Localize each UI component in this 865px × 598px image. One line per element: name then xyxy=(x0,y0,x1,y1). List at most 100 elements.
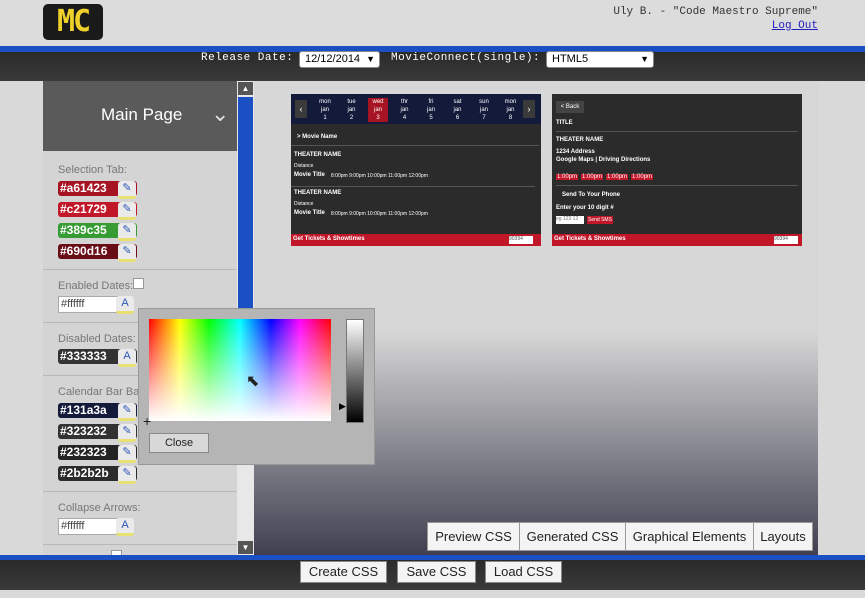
calendar-day[interactable]: fri jan 5 xyxy=(421,98,441,122)
showtime-button[interactable]: 1:00pm xyxy=(556,174,579,180)
main-page-header[interactable]: Main Page ⌄ xyxy=(43,81,237,151)
distance: Distance xyxy=(294,201,314,207)
disabled-dates-label: Disabled Dates: xyxy=(58,333,136,345)
crosshair-icon: + xyxy=(143,413,152,429)
calendar-day[interactable]: sat jan 6 xyxy=(448,98,468,122)
collapse-arrows-input[interactable]: #ffffff xyxy=(58,518,122,535)
movieconnect-label: MovieConnect(single): xyxy=(391,52,541,64)
showtime-list: 1:00pm 1:00pm 1:00pm 1:00pm xyxy=(556,174,654,180)
showtime-button[interactable]: 1:00pm xyxy=(631,174,654,180)
showtime-button[interactable]: 1:00pm xyxy=(581,174,604,180)
paint-bucket-icon[interactable]: ✎ xyxy=(118,202,136,220)
chevron-down-icon[interactable]: ⌄ xyxy=(211,101,229,127)
movie-title: Movie Title xyxy=(294,172,325,178)
slider-pointer-icon[interactable]: ▶ xyxy=(339,401,346,412)
movieconnect-value: HTML5 xyxy=(552,53,589,65)
right-gutter xyxy=(818,81,865,555)
logout-link[interactable]: Log Out xyxy=(613,20,818,32)
release-date-label: Release Date: xyxy=(201,52,294,64)
paint-bucket-icon[interactable]: ✎ xyxy=(118,445,136,463)
send-sms-button[interactable]: Send SMS xyxy=(587,216,613,224)
calendar-day[interactable]: tue jan 2 xyxy=(342,98,362,122)
text-color-icon[interactable]: A xyxy=(118,349,136,367)
enabled-dates-input[interactable]: #ffffff xyxy=(58,296,122,313)
divider xyxy=(43,269,237,270)
enter-number-label: Enter your 10 digit # xyxy=(556,205,614,211)
calendar-day[interactable]: thr jan 4 xyxy=(395,98,415,122)
paint-bucket-icon[interactable]: ✎ xyxy=(118,424,136,442)
showtime-button[interactable]: 1:00pm xyxy=(606,174,629,180)
user-info: Uly B. - "Code Maestro Supreme" Log Out xyxy=(613,6,818,32)
enabled-dates-checkbox[interactable] xyxy=(133,278,144,289)
tab-preview-css[interactable]: Preview CSS xyxy=(427,522,520,551)
divider xyxy=(556,131,798,132)
enabled-dates-label: Enabled Dates: xyxy=(58,280,134,292)
maps-links[interactable]: Google Maps | Driving Directions xyxy=(556,157,650,163)
calendar-day[interactable]: mon jan 8 xyxy=(501,98,521,122)
movie-title: Movie Title xyxy=(294,210,325,216)
paint-bucket-icon[interactable]: ✎ xyxy=(118,181,136,199)
theater-row: THEATER NAME Distance Movie Title 8:00pm… xyxy=(291,150,535,187)
theater-name: THEATER NAME xyxy=(556,137,604,143)
text-color-icon[interactable]: A xyxy=(116,296,134,314)
calendar-bar-label: Calendar Bar Ba xyxy=(58,386,140,398)
divider xyxy=(556,185,798,186)
divider xyxy=(43,544,237,545)
chevron-right-icon[interactable]: › xyxy=(523,100,535,118)
top-bar: MC Uly B. - "Code Maestro Supreme" Log O… xyxy=(0,0,865,46)
movie-name: > Movie Name xyxy=(297,134,338,140)
chevron-left-icon[interactable]: ‹ xyxy=(295,100,307,118)
cursor-icon: ⬉ xyxy=(246,373,260,390)
showtimes: 8:00pm 9:00pm 10:00pm 11:00pm 12:00pm xyxy=(331,173,428,179)
distance: Distance xyxy=(294,163,314,169)
text-color-icon[interactable]: A xyxy=(116,518,134,536)
calendar-day[interactable]: mon jan 1 xyxy=(315,98,335,122)
address: 1234 Address xyxy=(556,149,595,155)
back-button[interactable]: < Back xyxy=(556,101,584,113)
collapse-arrows-label: Collapse Arrows: xyxy=(58,502,141,514)
scroll-thumb[interactable] xyxy=(238,97,253,317)
theater-row: THEATER NAME Distance Movie Title 8:00pm… xyxy=(291,188,535,224)
logo: MC xyxy=(43,4,103,40)
zip-input[interactable]: 90394 xyxy=(509,236,533,244)
brightness-slider[interactable] xyxy=(346,319,364,423)
preview-detail: < Back TITLE THEATER NAME 1234 Address G… xyxy=(552,94,802,246)
create-css-button[interactable]: Create CSS xyxy=(300,561,387,583)
paint-bucket-icon[interactable]: ✎ xyxy=(118,244,136,262)
preview-listing: ‹ › mon jan 1 tue jan 2 wed jan 3 thr jan 4 fri jan 5 s… xyxy=(291,94,541,246)
paint-bucket-icon[interactable]: ✎ xyxy=(118,466,136,484)
scroll-up-icon[interactable]: ▲ xyxy=(238,82,253,95)
movie-name-row: > Movie Name xyxy=(291,130,539,146)
chevron-down-icon: ▼ xyxy=(640,54,649,64)
scroll-down-icon[interactable]: ▼ xyxy=(238,541,253,554)
movieconnect-select[interactable]: HTML5 ▼ xyxy=(546,51,654,68)
load-css-button[interactable]: Load CSS xyxy=(485,561,562,583)
save-css-button[interactable]: Save CSS xyxy=(397,561,476,583)
phone-number-input[interactable]: eg 123 12 xyxy=(556,216,584,224)
divider xyxy=(43,491,237,492)
release-date-value: 12/12/2014 xyxy=(305,53,361,65)
chevron-down-icon: ▼ xyxy=(366,54,375,64)
calendar-day[interactable]: sun jan 7 xyxy=(474,98,494,122)
color-picker: ▶ ⬉ + Close xyxy=(138,308,375,465)
title: TITLE xyxy=(556,120,573,126)
showtimes: 8:00pm 9:00pm 10:00pm 11:00pm 12:00pm xyxy=(331,211,428,217)
tab-graphical-elements[interactable]: Graphical Elements xyxy=(625,522,754,551)
release-date-select[interactable]: 12/12/2014 ▼ xyxy=(299,51,380,68)
footer-label: Get Tickets & Showtimes xyxy=(554,236,626,242)
zip-input[interactable]: 90394 xyxy=(774,236,798,244)
paint-bucket-icon[interactable]: ✎ xyxy=(118,223,136,241)
paint-bucket-icon[interactable]: ✎ xyxy=(118,403,136,421)
calendar-day[interactable]: wed jan 3 xyxy=(368,98,388,122)
theater-name: THEATER NAME xyxy=(294,190,342,196)
color-spectrum[interactable] xyxy=(149,319,331,421)
tab-generated-css[interactable]: Generated CSS xyxy=(519,522,626,551)
main-page-title: Main Page xyxy=(101,105,183,124)
tab-layouts[interactable]: Layouts xyxy=(753,522,813,551)
user-label: Uly B. - "Code Maestro Supreme" xyxy=(613,6,818,18)
footer-label: Get Tickets & Showtimes xyxy=(293,236,365,242)
send-to-phone-label: Send To Your Phone xyxy=(562,192,621,198)
footer-bar: Get Tickets & Showtimes 90394 xyxy=(291,234,541,246)
close-button[interactable]: Close xyxy=(149,433,209,453)
footer-bar: Get Tickets & Showtimes 90394 xyxy=(552,234,802,246)
